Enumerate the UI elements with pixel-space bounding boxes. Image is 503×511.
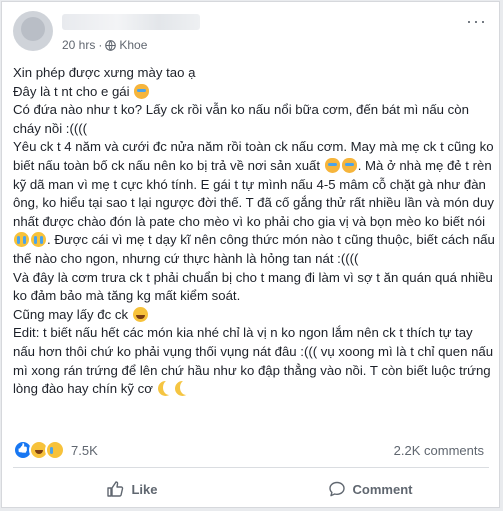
cat-emoji-icon <box>341 157 357 173</box>
post-paragraph: Cũng may lấy đc ck <box>13 306 495 325</box>
avatar[interactable] <box>13 11 53 51</box>
reaction-count: 7.5K <box>71 442 98 458</box>
comments-count[interactable]: 2.2K comments <box>394 443 484 458</box>
post-time[interactable]: 20 hrs <box>62 38 95 52</box>
comment-icon <box>328 481 345 497</box>
post-paragraph: Đây là t nt cho e gái <box>13 83 495 102</box>
cry-emoji-icon <box>31 232 46 248</box>
post-paragraph: Edit: t biết nấu hết các món kia nhé chỉ… <box>13 324 495 398</box>
post-text: Đây là t nt cho e gái <box>13 83 134 99</box>
comment-button[interactable]: Comment <box>251 472 489 506</box>
cat-emoji-icon <box>324 157 340 173</box>
post-text: Cũng may lấy đc ck <box>13 306 132 322</box>
more-options-icon[interactable]: ··· <box>466 12 487 30</box>
post-meta: 20 hrs · Khoe <box>62 38 147 52</box>
like-button[interactable]: Like <box>13 472 251 506</box>
moon-emoji-icon <box>157 380 175 397</box>
comment-label: Comment <box>352 481 413 497</box>
post-paragraph: Yêu ck t 4 năm và cưới đc nửa năm rồi to… <box>13 138 495 268</box>
divider <box>13 467 489 468</box>
post-text: Và đây là cơm trưa ck t phải chuẩn bị ch… <box>13 269 493 304</box>
reactions-summary[interactable]: 7.5K <box>13 440 98 460</box>
cat-emoji-icon <box>134 83 150 99</box>
post-body: Xin phép được xưng mày tao ạ Đây là t nt … <box>13 64 495 399</box>
thumbs-up-icon <box>107 481 124 497</box>
laugh-emoji-icon <box>132 306 148 322</box>
post-paragraph: Xin phép được xưng mày tao ạ <box>13 64 495 83</box>
author-name-redacted[interactable] <box>62 14 200 30</box>
globe-icon <box>105 39 117 51</box>
post-paragraph: Và đây là cơm trưa ck t phải chuẩn bị ch… <box>13 269 495 306</box>
post-text: Có đứa nào như t ko? Lấy ck rồi vẫn ko n… <box>13 102 469 136</box>
sad-reaction-icon <box>45 440 65 460</box>
like-label: Like <box>131 481 158 497</box>
meta-separator: · <box>98 38 103 52</box>
post-text: Xin phép được xưng mày tao ạ <box>13 65 196 80</box>
post-paragraph: Có đứa nào như t ko? Lấy ck rồi vẫn ko n… <box>13 101 495 138</box>
group-name[interactable]: Khoe <box>119 38 147 52</box>
post-card: 20 hrs · Khoe ··· Xin phép được xưng mày… <box>1 1 500 508</box>
action-bar: Like Comment <box>13 472 489 506</box>
moon-emoji-icon <box>174 380 192 397</box>
post-text: Edit: t biết nấu hết các món kia nhé chỉ… <box>13 325 494 397</box>
cry-emoji-icon <box>14 232 29 248</box>
post-text: . Được cái vì mẹ t dạy kĩ nên công thức … <box>13 232 495 266</box>
